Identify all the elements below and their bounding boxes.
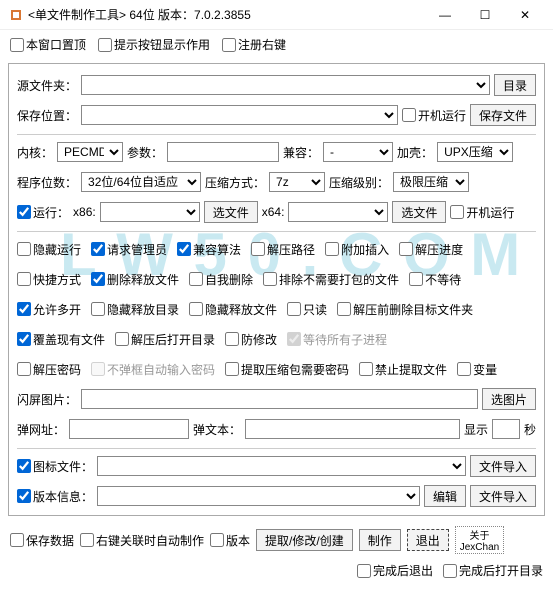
- app-icon: [8, 7, 24, 23]
- flash-input[interactable]: [81, 389, 478, 409]
- icon-file-select[interactable]: [97, 456, 466, 476]
- level-label: 压缩级别：: [329, 174, 389, 191]
- bits-label: 程序位数：: [17, 174, 77, 191]
- opt-readonly[interactable]: 只读: [287, 301, 327, 318]
- opt-anti-mod[interactable]: 防修改: [225, 331, 277, 348]
- save-pos-label: 保存位置：: [17, 107, 77, 124]
- version-info-select[interactable]: [97, 486, 420, 506]
- icon-import-button[interactable]: 文件导入: [470, 455, 536, 477]
- param-input[interactable]: [167, 142, 279, 162]
- opt-del-before[interactable]: 解压前删除目标文件夹: [337, 301, 473, 318]
- x64-selectfile-button[interactable]: 选文件: [392, 201, 446, 223]
- open-after-checkbox[interactable]: 完成后打开目录: [443, 562, 543, 579]
- opt-extract-progress[interactable]: 解压进度: [399, 241, 463, 258]
- save-data-checkbox[interactable]: 保存数据: [10, 532, 74, 549]
- opt-extract-pwd[interactable]: 解压密码: [17, 361, 81, 378]
- bits-select[interactable]: 32位/64位自适应: [81, 172, 201, 192]
- opt-allow-multi[interactable]: 允许多开: [17, 301, 81, 318]
- version-import-button[interactable]: 文件导入: [470, 485, 536, 507]
- x86-selectfile-button[interactable]: 选文件: [204, 201, 258, 223]
- kernel-label: 内核：: [17, 144, 53, 161]
- source-folder-select[interactable]: [81, 75, 490, 95]
- x64-label: x64:: [262, 205, 285, 219]
- opt-extract-path[interactable]: 解压路径: [251, 241, 315, 258]
- opt-self-delete[interactable]: 自我删除: [189, 271, 253, 288]
- version-info-checkbox[interactable]: 版本信息：: [17, 488, 93, 505]
- close-button[interactable]: ✕: [505, 8, 545, 22]
- x64-select[interactable]: [288, 202, 388, 222]
- opt-append-insert[interactable]: 附加插入: [325, 241, 389, 258]
- opt-del-release[interactable]: 删除释放文件: [91, 271, 179, 288]
- kernel-select[interactable]: PECMD: [57, 142, 123, 162]
- compat-label: 兼容：: [283, 144, 319, 161]
- popup-text-input[interactable]: [245, 419, 460, 439]
- source-folder-label: 源文件夹：: [17, 77, 77, 94]
- shell-select[interactable]: UPX压缩: [437, 142, 513, 162]
- popup-text-label: 弹文本：: [193, 421, 241, 438]
- save-pos-select[interactable]: [81, 105, 398, 125]
- version-edit-button[interactable]: 编辑: [424, 485, 466, 507]
- run-checkbox[interactable]: 运行：: [17, 204, 69, 221]
- popup-show-label: 显示: [464, 421, 488, 438]
- opt-wait-children: 等待所有子进程: [287, 331, 387, 348]
- hint-buttons-checkbox[interactable]: 提示按钮显示作用: [98, 36, 210, 53]
- maximize-button[interactable]: ☐: [465, 8, 505, 22]
- top-options: 本窗口置顶 提示按钮显示作用 注册右键: [0, 30, 553, 59]
- extract-modify-button[interactable]: 提取/修改/创建: [256, 529, 353, 551]
- exit-after-checkbox[interactable]: 完成后退出: [357, 562, 433, 579]
- opt-hide-rel-dir[interactable]: 隐藏释放目录: [91, 301, 179, 318]
- about-button[interactable]: 关于JexChan: [455, 526, 504, 554]
- opt-hide-run[interactable]: 隐藏运行: [17, 241, 81, 258]
- popup-url-input[interactable]: [69, 419, 189, 439]
- bottom-bar-2: 完成后退出 完成后打开目录: [0, 560, 553, 587]
- opt-open-after[interactable]: 解压后打开目录: [115, 331, 215, 348]
- window-title: <单文件制作工具> 64位 版本：7.0.2.3855: [28, 6, 425, 23]
- opt-no-wait[interactable]: 不等待: [409, 271, 461, 288]
- run-boot-checkbox[interactable]: 开机运行: [450, 204, 514, 221]
- flash-label: 闪屏图片：: [17, 391, 77, 408]
- opt-variable[interactable]: 变量: [457, 361, 497, 378]
- title-bar: <单文件制作工具> 64位 版本：7.0.2.3855 — ☐ ✕: [0, 0, 553, 30]
- make-button[interactable]: 制作: [359, 529, 401, 551]
- level-select[interactable]: 极限压缩: [393, 172, 469, 192]
- pin-window-checkbox[interactable]: 本窗口置顶: [10, 36, 86, 53]
- opt-overwrite[interactable]: 覆盖现有文件: [17, 331, 105, 348]
- opt-auto-pwd: 不弹框自动输入密码: [91, 361, 215, 378]
- x86-label: x86:: [73, 205, 96, 219]
- opt-hide-rel-file[interactable]: 隐藏释放文件: [189, 301, 277, 318]
- opt-req-admin[interactable]: 请求管理员: [91, 241, 167, 258]
- popup-sec-suffix: 秒: [524, 421, 536, 438]
- opt-shortcut[interactable]: 快捷方式: [17, 271, 81, 288]
- opt-compat-algo[interactable]: 兼容算法: [177, 241, 241, 258]
- version-checkbox[interactable]: 版本: [210, 532, 250, 549]
- param-label: 参数：: [127, 144, 163, 161]
- popup-url-label: 弹网址：: [17, 421, 65, 438]
- flash-browse-button[interactable]: 选图片: [482, 388, 536, 410]
- source-folder-browse-button[interactable]: 目录: [494, 74, 536, 96]
- opt-exclude-files[interactable]: 排除不需要打包的文件: [263, 271, 399, 288]
- exit-button[interactable]: 退出: [407, 529, 449, 551]
- shell-label: 加壳：: [397, 144, 433, 161]
- boot-run-checkbox[interactable]: 开机运行: [402, 107, 466, 124]
- main-panel: 源文件夹： 目录 保存位置： 开机运行 保存文件 内核： PECMD 参数： 兼…: [8, 63, 545, 516]
- register-right-checkbox[interactable]: 注册右键: [222, 36, 286, 53]
- x86-select[interactable]: [100, 202, 200, 222]
- minimize-button[interactable]: —: [425, 8, 465, 22]
- compress-label: 压缩方式：: [205, 174, 265, 191]
- save-file-button[interactable]: 保存文件: [470, 104, 536, 126]
- right-auto-checkbox[interactable]: 右键关联时自动制作: [80, 532, 204, 549]
- compress-select[interactable]: 7z: [269, 172, 325, 192]
- bottom-bar: 保存数据 右键关联时自动制作 版本 提取/修改/创建 制作 退出 关于JexCh…: [0, 520, 553, 560]
- icon-file-checkbox[interactable]: 图标文件：: [17, 458, 93, 475]
- opt-forbid-extract[interactable]: 禁止提取文件: [359, 361, 447, 378]
- compat-select[interactable]: -: [323, 142, 393, 162]
- popup-seconds-input[interactable]: [492, 419, 520, 439]
- opt-need-pwd[interactable]: 提取压缩包需要密码: [225, 361, 349, 378]
